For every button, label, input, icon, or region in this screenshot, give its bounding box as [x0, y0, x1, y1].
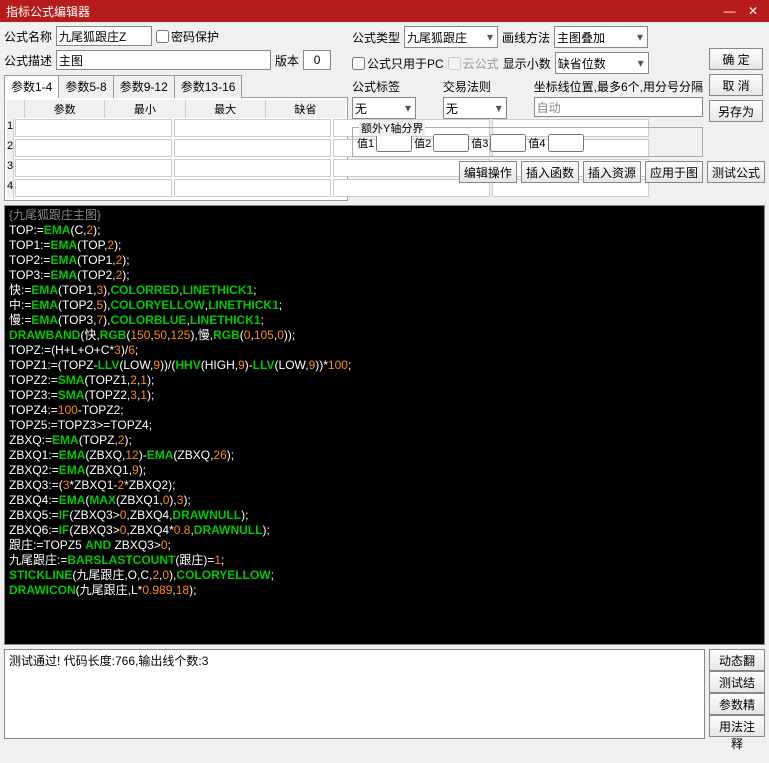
- footer-buttons: 动态翻译 测试结果 参数精灵 用法注释: [709, 649, 765, 739]
- law-label: 交易法则: [443, 78, 491, 95]
- insfunc-button[interactable]: 插入函数: [521, 161, 579, 183]
- minimize-icon[interactable]: —: [720, 4, 740, 18]
- usage-button[interactable]: 用法注释: [709, 715, 765, 737]
- decimal-label: 显示小数: [503, 55, 551, 72]
- extra-y-label: 额外Y轴分界: [359, 120, 425, 136]
- col-max: 最大: [186, 100, 266, 118]
- col-param: 参数: [25, 100, 105, 118]
- dyntrans-button[interactable]: 动态翻译: [709, 649, 765, 671]
- chevron-down-icon: ▾: [403, 101, 413, 115]
- desc-input[interactable]: [56, 50, 271, 70]
- version-label: 版本: [275, 52, 299, 69]
- p4-name[interactable]: [15, 179, 172, 197]
- applyimg-button[interactable]: 应用于图: [645, 161, 703, 183]
- val4-input[interactable]: [548, 134, 584, 152]
- chevron-down-icon: ▾: [485, 30, 495, 44]
- close-icon[interactable]: ✕: [743, 4, 763, 18]
- p1-name[interactable]: [15, 119, 172, 137]
- col-min: 最小: [105, 100, 185, 118]
- chevron-down-icon: ▾: [494, 101, 504, 115]
- tab-params-1-4[interactable]: 参数1-4: [4, 75, 59, 98]
- type-select[interactable]: 九尾狐跟庄▾: [404, 26, 498, 48]
- param-tabs: 参数1-4 参数5-8 参数9-12 参数13-16: [4, 74, 348, 98]
- ok-button[interactable]: 确 定: [709, 48, 763, 70]
- tag-select[interactable]: 无▾: [352, 97, 416, 119]
- window-controls: — ✕: [720, 4, 763, 18]
- titlebar: 指标公式编辑器 — ✕: [0, 0, 769, 22]
- p2-min[interactable]: [174, 139, 331, 157]
- type-label: 公式类型: [352, 29, 400, 46]
- p4-min[interactable]: [174, 179, 331, 197]
- tab-params-5-8[interactable]: 参数5-8: [58, 75, 113, 98]
- paramwiz-button[interactable]: 参数精灵: [709, 693, 765, 715]
- name-label: 公式名称: [4, 28, 52, 45]
- tab-params-9-12[interactable]: 参数9-12: [113, 75, 175, 98]
- p1-min[interactable]: [174, 119, 331, 137]
- p2-name[interactable]: [15, 139, 172, 157]
- pconly-checkbox[interactable]: 公式只用于PC: [352, 55, 444, 72]
- p3-name[interactable]: [15, 159, 172, 177]
- chevron-down-icon: ▾: [635, 30, 645, 44]
- protect-label: 密码保护: [171, 28, 219, 45]
- extra-y-fieldset: 额外Y轴分界 值1 值2 值3 值4: [352, 127, 703, 157]
- cancel-button[interactable]: 取 消: [709, 74, 763, 96]
- left-panel: 公式名称 密码保护 公式描述 版本 参数1-4 参数5-8 参数9-12 参数1…: [4, 26, 348, 201]
- law-select[interactable]: 无▾: [443, 97, 507, 119]
- decimal-select[interactable]: 缺省位数▾: [555, 52, 649, 74]
- testres-button[interactable]: 测试结果: [709, 671, 765, 693]
- tab-params-13-16[interactable]: 参数13-16: [174, 75, 243, 98]
- editop-button[interactable]: 编辑操作: [459, 161, 517, 183]
- param-grid: 参数 最小 最大 缺省 1 2 3 4: [4, 98, 348, 201]
- desc-label: 公式描述: [4, 52, 52, 69]
- main-button-col: 确 定 取 消 另存为: [709, 48, 763, 122]
- code-editor[interactable]: {九尾狐跟庄主图} TOP:=EMA(C,2); TOP1:=EMA(TOP,2…: [4, 205, 765, 645]
- name-input[interactable]: [56, 26, 152, 46]
- val1-input[interactable]: [376, 134, 412, 152]
- chevron-down-icon: ▾: [636, 56, 646, 70]
- cloud-checkbox: 云公式: [448, 55, 499, 72]
- draw-select[interactable]: 主图叠加▾: [554, 26, 648, 48]
- right-panel: 公式类型 九尾狐跟庄▾ 画线方法 主图叠加▾ 公式只用于PC 云公式 显示小数 …: [352, 26, 765, 201]
- coord-label: 坐标线位置,最多6个,用分号分隔: [534, 78, 703, 95]
- p3-min[interactable]: [174, 159, 331, 177]
- saveas-button[interactable]: 另存为: [709, 100, 763, 122]
- coord-input[interactable]: [534, 97, 703, 117]
- test-button[interactable]: 测试公式: [707, 161, 765, 183]
- window-title: 指标公式编辑器: [6, 3, 90, 20]
- col-def: 缺省: [266, 100, 345, 118]
- version-input[interactable]: [303, 50, 331, 70]
- protect-checkbox[interactable]: 密码保护: [156, 28, 219, 45]
- tag-label: 公式标签: [352, 78, 400, 95]
- val3-input[interactable]: [490, 134, 526, 152]
- insres-button[interactable]: 插入资源: [583, 161, 641, 183]
- status-output: 测试通过! 代码长度:766,输出线个数:3: [4, 649, 705, 739]
- draw-label: 画线方法: [502, 29, 550, 46]
- val2-input[interactable]: [433, 134, 469, 152]
